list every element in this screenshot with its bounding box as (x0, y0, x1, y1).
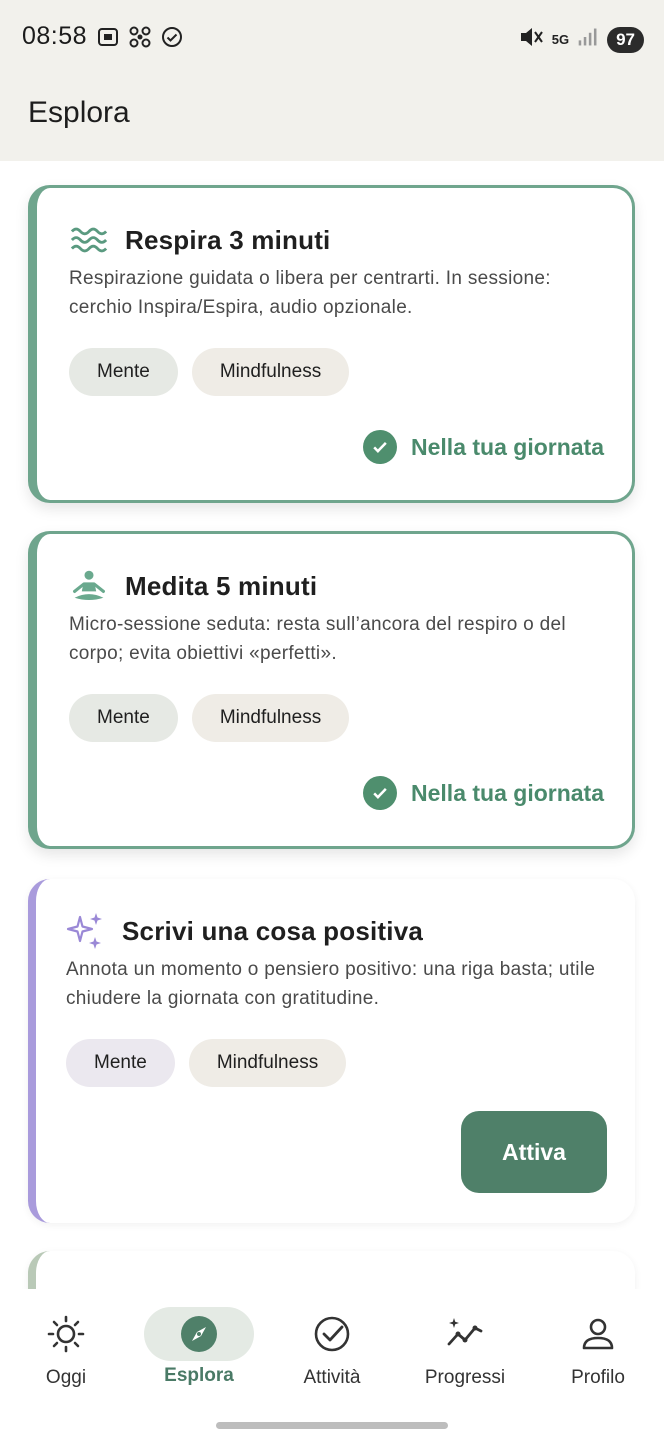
card-header: Scrivi una cosa positiva (66, 911, 423, 951)
status-bar: 08:58 5G 97 (0, 0, 664, 76)
nav-label: Oggi (45, 1367, 87, 1388)
check-icon (363, 776, 398, 810)
tag-chip[interactable]: Mindfulness (191, 694, 350, 742)
status-time: 08:58 (22, 22, 88, 50)
waves-icon (69, 220, 109, 260)
fan-icon (128, 25, 152, 54)
tag-chip[interactable]: Mindfulness (188, 1039, 347, 1087)
status-label: Nella tua giornata (411, 779, 604, 806)
check-circle-icon (160, 25, 184, 54)
person-icon (538, 1305, 658, 1363)
page-title: Esplora (28, 96, 130, 129)
status-in-day: Nella tua giornata (363, 776, 604, 810)
card-header: Respira 3 minuti (69, 220, 330, 260)
sun-icon (6, 1305, 126, 1363)
card-header: Medita 5 minuti (69, 566, 317, 606)
tag-chip[interactable]: Mindfulness (191, 348, 350, 396)
tag-list: Mente Mindfulness (69, 348, 350, 396)
tag-chip[interactable]: Mente (69, 348, 178, 396)
card-title: Medita 5 minuti (125, 570, 318, 601)
battery-indicator: 97 (607, 26, 644, 53)
mute-icon (518, 24, 544, 55)
status-in-day: Nella tua giornata (363, 430, 604, 464)
screenshot-icon (96, 25, 120, 54)
nav-esplora[interactable]: Esplora (139, 1305, 259, 1387)
nav-label: Profilo (571, 1367, 625, 1388)
home-indicator[interactable] (216, 1422, 448, 1429)
top-bar: 08:58 5G 97 Esplora (0, 0, 664, 161)
status-left-icons (96, 25, 184, 54)
activity-card-medita[interactable]: Medita 5 minuti Micro-sessione seduta: r… (28, 531, 635, 849)
check-circle-icon (272, 1305, 392, 1363)
nav-oggi[interactable]: Oggi (6, 1305, 126, 1389)
activity-card-scrivi[interactable]: Scrivi una cosa positiva Annota un momen… (28, 879, 635, 1223)
sparkles-icon (66, 911, 106, 951)
nav-profilo[interactable]: Profilo (538, 1305, 658, 1389)
attiva-button[interactable]: Attiva (461, 1111, 607, 1193)
status-right: 5G 97 (518, 24, 644, 55)
activity-card-respira[interactable]: Respira 3 minuti Respirazione guidata o … (28, 185, 635, 503)
card-title: Scrivi una cosa positiva (122, 915, 424, 946)
bottom-navigation: Oggi Esplora Attività Progressi Profilo (0, 1289, 664, 1440)
check-icon (363, 430, 398, 464)
tag-chip[interactable]: Mente (69, 694, 178, 742)
card-description: Annota un momento o pensiero positivo: u… (66, 959, 596, 1009)
card-title: Respira 3 minuti (125, 224, 331, 255)
trend-sparkle-icon (405, 1305, 525, 1363)
activity-list[interactable]: Respira 3 minuti Respirazione guidata o … (0, 161, 664, 1289)
meditation-icon (69, 566, 109, 606)
nav-progressi[interactable]: Progressi (405, 1305, 525, 1389)
nav-label: Esplora (164, 1365, 234, 1386)
tag-list: Mente Mindfulness (69, 694, 350, 742)
network-label: 5G (551, 32, 570, 47)
card-description: Micro-sessione seduta: resta sull’ancora… (69, 614, 566, 664)
status-label: Nella tua giornata (411, 433, 604, 460)
nav-label: Progressi (424, 1367, 506, 1388)
tag-chip[interactable]: Mente (66, 1039, 175, 1087)
tag-list: Mente Mindfulness (66, 1039, 347, 1087)
signal-icon (577, 24, 599, 55)
compass-icon (144, 1307, 254, 1361)
nav-attivita[interactable]: Attività (272, 1305, 392, 1389)
activity-card-next[interactable] (28, 1251, 635, 1289)
nav-label: Attività (303, 1367, 361, 1388)
card-description: Respirazione guidata o libera per centra… (69, 268, 551, 318)
